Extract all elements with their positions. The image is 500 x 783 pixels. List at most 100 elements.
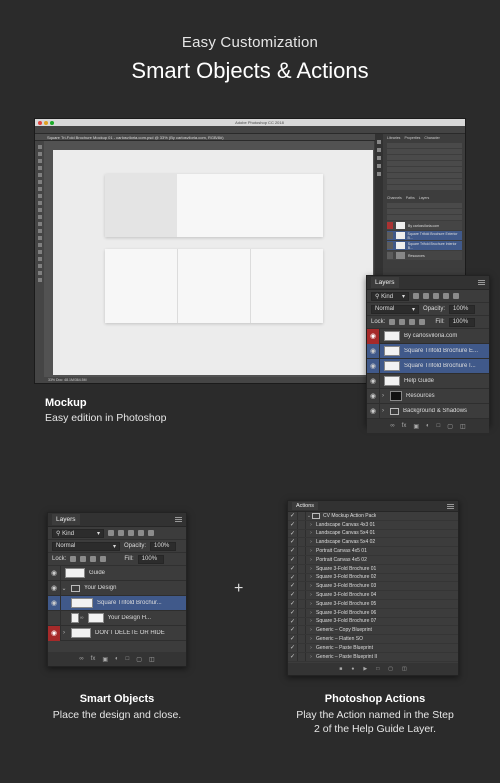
- opacity-input[interactable]: 100%: [449, 304, 476, 314]
- fill-input[interactable]: 100%: [137, 554, 164, 564]
- adjustment-filter-icon[interactable]: [118, 530, 124, 536]
- lock-transparent-icon[interactable]: [70, 556, 77, 562]
- gradient-tool-icon[interactable]: [37, 222, 42, 226]
- type-tool-icon[interactable]: [37, 250, 42, 254]
- adjustment-icon[interactable]: ◐: [115, 656, 119, 662]
- chevron-right-icon[interactable]: ›: [306, 530, 316, 536]
- action-row[interactable]: ✓ › Square 3-Fold Brochure 02: [288, 573, 458, 583]
- check-icon[interactable]: ✓: [288, 617, 298, 626]
- panel-menu-icon[interactable]: [175, 517, 182, 522]
- trash-icon[interactable]: ◫: [149, 656, 155, 663]
- group-icon[interactable]: □: [437, 423, 441, 429]
- new-layer-icon[interactable]: ▢: [136, 656, 142, 663]
- layer-row[interactable]: ◉ Help Guide: [367, 373, 489, 389]
- visibility-eye-icon[interactable]: ◉: [367, 343, 380, 359]
- fx-icon[interactable]: fx: [91, 656, 96, 662]
- history-brush-icon[interactable]: [37, 208, 42, 212]
- chevron-right-icon[interactable]: ›: [380, 393, 386, 399]
- check-icon[interactable]: ✓: [288, 564, 298, 573]
- history-icon[interactable]: [377, 140, 381, 144]
- layers-tab[interactable]: Layers: [52, 514, 80, 525]
- hand-tool-icon[interactable]: [37, 271, 42, 275]
- action-row[interactable]: ✓ › Portrait Canvas 4x5 02: [288, 555, 458, 565]
- check-icon[interactable]: ✓: [288, 573, 298, 582]
- lock-position-icon[interactable]: [90, 556, 97, 562]
- check-icon[interactable]: ✓: [288, 652, 298, 661]
- layer-row[interactable]: ∞ Your Design H...: [48, 610, 186, 626]
- mini-layer[interactable]: Square Trifold Brochure Interior B...: [387, 241, 462, 250]
- type-filter-icon[interactable]: [433, 293, 439, 299]
- visibility-eye-icon[interactable]: ◉: [367, 328, 380, 344]
- crop-tool-icon[interactable]: [37, 173, 42, 177]
- mini-layer[interactable]: Square Trifold Brochure Exterior B...: [387, 231, 462, 240]
- visibility-eye-icon[interactable]: ◉: [48, 595, 61, 611]
- check-icon[interactable]: ✓: [288, 635, 298, 643]
- layers-tab[interactable]: Layers: [371, 277, 399, 288]
- dodge-tool-icon[interactable]: [37, 236, 42, 240]
- action-row[interactable]: ✓ › Portrait Canvas 4x5 01: [288, 547, 458, 556]
- panel-menu-icon[interactable]: [478, 280, 485, 285]
- visibility-eye-icon[interactable]: ◉: [48, 580, 61, 596]
- action-row[interactable]: ✓ › Square 3-Fold Brochure 07: [288, 617, 458, 627]
- check-icon[interactable]: ✓: [288, 582, 298, 591]
- mockup-canvas[interactable]: [53, 150, 373, 375]
- lock-all-icon[interactable]: [100, 556, 107, 562]
- eyedropper-tool-icon[interactable]: [37, 180, 42, 184]
- visibility-eye-icon[interactable]: ◉: [367, 388, 380, 404]
- close-dot-icon[interactable]: [38, 120, 42, 125]
- new-set-icon[interactable]: □: [376, 666, 379, 672]
- pixel-filter-icon[interactable]: [413, 293, 419, 299]
- action-row[interactable]: ✓ › Generic – Copy Blueprint: [288, 626, 458, 636]
- properties-icon[interactable]: [377, 148, 381, 152]
- mini-layer[interactable]: By carlosviloria.com: [387, 221, 462, 230]
- action-row[interactable]: ✓ › Generic – Paste Blueprint: [288, 643, 458, 653]
- link-icon[interactable]: ∞: [390, 423, 394, 429]
- visibility-eye-icon[interactable]: ◉: [367, 373, 380, 389]
- action-row[interactable]: ✓ › Landscape Canvas 5x4 02: [288, 538, 458, 548]
- chevron-right-icon[interactable]: ›: [306, 548, 316, 554]
- new-layer-icon[interactable]: ▢: [447, 423, 453, 430]
- action-row[interactable]: ✓ › Square 3-Fold Brochure 06: [288, 608, 458, 618]
- action-set-row[interactable]: ✓ ⌄ CV Mockup Action Pack: [288, 512, 458, 521]
- pixel-filter-icon[interactable]: [108, 530, 114, 536]
- kind-filter-select[interactable]: ⚲ Kind ▾: [52, 528, 104, 538]
- link-icon[interactable]: ∞: [79, 656, 83, 662]
- lock-all-icon[interactable]: [419, 319, 426, 325]
- layer-row[interactable]: ◉ › Resources: [367, 388, 489, 404]
- action-row[interactable]: ✓ › Landscape Canvas 4x3 01: [288, 520, 458, 530]
- adjustment-filter-icon[interactable]: [423, 293, 429, 299]
- check-icon[interactable]: ✓: [288, 591, 298, 599]
- visibility-eye-icon[interactable]: ◉: [367, 403, 380, 419]
- adjust-icon[interactable]: [377, 156, 381, 160]
- lock-transparent-icon[interactable]: [389, 319, 396, 325]
- brush-tool-icon[interactable]: [37, 194, 42, 198]
- shape-filter-icon[interactable]: [138, 530, 144, 536]
- blend-mode-select[interactable]: Normal ▾: [52, 541, 120, 551]
- chevron-right-icon[interactable]: ›: [306, 566, 316, 572]
- mini-layer[interactable]: Resources: [387, 251, 462, 260]
- check-icon[interactable]: ✓: [288, 547, 298, 555]
- shape-filter-icon[interactable]: [443, 293, 449, 299]
- check-icon[interactable]: ✓: [288, 520, 298, 529]
- pen-tool-icon[interactable]: [37, 243, 42, 247]
- chevron-right-icon[interactable]: ›: [306, 592, 316, 598]
- chevron-right-icon[interactable]: ›: [306, 539, 316, 545]
- layer-row[interactable]: ◉ › DON'T DELETE OR HIDE: [48, 625, 186, 641]
- check-icon[interactable]: ✓: [288, 555, 298, 564]
- lock-pixels-icon[interactable]: [80, 556, 87, 562]
- chevron-right-icon[interactable]: ›: [306, 601, 316, 607]
- action-row[interactable]: ✓ › Square 3-Fold Brochure 05: [288, 599, 458, 609]
- action-row[interactable]: ✓ › Landscape Canvas 5x4 01: [288, 529, 458, 539]
- chevron-right-icon[interactable]: ›: [61, 630, 67, 636]
- chevron-down-icon[interactable]: ⌄: [61, 585, 67, 592]
- move-tool-icon[interactable]: [37, 145, 42, 149]
- stop-icon[interactable]: ■: [339, 666, 342, 672]
- action-row[interactable]: ✓ › Square 3-Fold Brochure 04: [288, 591, 458, 600]
- type-filter-icon[interactable]: [128, 530, 134, 536]
- chevron-right-icon[interactable]: ›: [306, 522, 316, 528]
- check-icon[interactable]: ✓: [288, 599, 298, 608]
- blur-tool-icon[interactable]: [37, 229, 42, 233]
- chevron-right-icon[interactable]: ›: [306, 618, 316, 624]
- select-tool-icon[interactable]: [37, 166, 42, 170]
- visibility-eye-icon[interactable]: ◉: [48, 625, 61, 641]
